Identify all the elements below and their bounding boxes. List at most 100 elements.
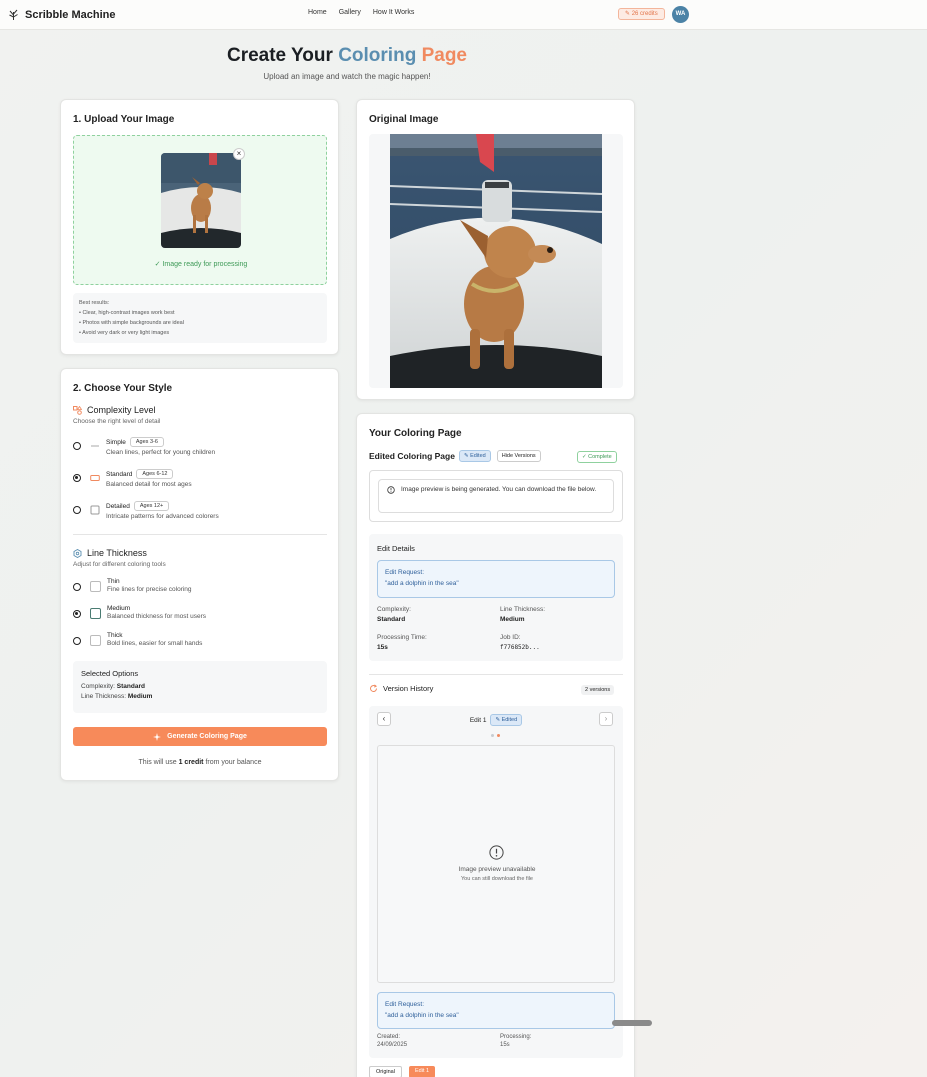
edit-request-label: Edit Request:: [385, 569, 425, 576]
version-request-text: "add a dolphin in the sea": [385, 1012, 459, 1019]
radio-thin[interactable]: [73, 583, 81, 591]
version-dots: [491, 734, 500, 737]
result-subtitle: Edited Coloring Page: [369, 451, 455, 461]
coloring-page-card: Your Coloring Page Edited Coloring Page …: [356, 413, 635, 1077]
hide-versions-button[interactable]: Hide Versions: [496, 450, 541, 462]
created-value: 24/09/2025: [377, 1042, 408, 1048]
edited-badge: ✎ Edited: [458, 450, 491, 462]
option-label: Simple: [106, 438, 126, 446]
option-desc: Balanced detail for most ages: [106, 481, 192, 488]
complexity-label: Complexity:: [377, 606, 411, 613]
option-desc: Intricate patterns for advanced colorers: [106, 513, 219, 520]
main-nav: Home Gallery How It Works: [308, 9, 414, 16]
note-pre: This will use: [138, 759, 179, 766]
thin-swatch: [90, 581, 101, 592]
job-id-value: f776852b...: [500, 644, 540, 651]
tab-edit-1[interactable]: Edit 1: [409, 1066, 436, 1077]
label: Complexity:: [81, 683, 115, 690]
upload-card: 1. Upload Your Image × ✓ Image ready for…: [60, 99, 339, 355]
complexity-value: Standard: [377, 616, 406, 623]
generate-button[interactable]: Generate Coloring Page: [73, 727, 327, 746]
edit-details: Edit Details Edit Request: "add a dolphi…: [369, 534, 623, 661]
option-desc: Balanced thickness for most users: [107, 613, 206, 620]
remove-image-button[interactable]: ×: [233, 148, 245, 160]
version-history-label: Version History: [383, 684, 434, 693]
processing-label: Processing:: [500, 1034, 532, 1040]
nav-home[interactable]: Home: [308, 9, 327, 16]
line-icon: [91, 445, 99, 447]
medium-swatch: [90, 608, 101, 619]
version-dot[interactable]: [491, 734, 494, 737]
sparkle-icon: [153, 732, 162, 741]
next-version-button[interactable]: ›: [599, 712, 613, 726]
selected-complexity: Complexity: Standard: [81, 683, 319, 690]
version-history-heading: Version History: [369, 684, 433, 693]
page-title: Create Your Coloring Page: [0, 45, 694, 67]
upload-dropzone[interactable]: × ✓ Image ready for processing: [73, 135, 327, 285]
title-part-1: Create Your: [226, 45, 339, 66]
avatar[interactable]: WA: [672, 6, 689, 23]
version-dot-active[interactable]: [497, 734, 500, 737]
complexity-option-simple[interactable]: Simple Ages 3-6 Clean lines, perfect for …: [73, 437, 215, 456]
thickness-option-medium[interactable]: Medium Balanced thickness for most users: [73, 605, 206, 620]
radio-detailed[interactable]: [73, 506, 81, 514]
brand[interactable]: Scribble Machine: [8, 8, 115, 21]
credits-badge[interactable]: ✎ 26 credits: [618, 8, 665, 20]
radio-thick[interactable]: [73, 637, 81, 645]
age-badge: Ages 6-12: [136, 469, 174, 479]
scroll-handle[interactable]: [612, 1020, 652, 1026]
complexity-option-standard[interactable]: Standard Ages 6-12 Balanced detail for mo…: [73, 469, 192, 488]
age-badge: Ages 12+: [133, 501, 170, 511]
divider: [369, 674, 623, 675]
original-photo: [390, 134, 602, 388]
current-version: Edit 1 ✎ Edited: [369, 714, 623, 726]
selected-heading: Selected Options: [81, 669, 139, 678]
note-post: from your balance: [203, 759, 262, 766]
thickness-option-thin[interactable]: Thin Fine lines for precise coloring: [73, 578, 192, 593]
selected-thickness: Line Thickness: Medium: [81, 693, 319, 700]
top-navbar: Scribble Machine Home Gallery How It Wor…: [0, 0, 927, 30]
thickness-option-thick[interactable]: Thick Bold lines, easier for small hands: [73, 632, 202, 647]
square-icon: [90, 505, 100, 515]
thick-swatch: [90, 635, 101, 646]
option-desc: Bold lines, easier for small hands: [107, 640, 203, 647]
complexity-sub: Choose the right level of detail: [73, 418, 161, 425]
radio-standard[interactable]: [73, 474, 81, 482]
radio-medium[interactable]: [73, 610, 81, 618]
selected-options: Selected Options Complexity: Standard Li…: [73, 661, 327, 713]
edit-request-text: "add a dolphin in the sea": [385, 580, 459, 587]
thickness-heading-text: Line Thickness: [87, 548, 147, 558]
result-title: Your Coloring Page: [369, 428, 462, 439]
thickness-sub: Adjust for different coloring tools: [73, 561, 166, 568]
generation-notice: Image preview is being generated. You ca…: [369, 470, 623, 522]
version-label: Edit 1: [469, 716, 487, 724]
title-part-3: Page: [416, 45, 468, 66]
upload-status: ✓ Image ready for processing: [154, 261, 248, 268]
age-badge: Ages 3-6: [129, 437, 164, 447]
version-preview: Image preview unavailable You can still …: [377, 745, 615, 983]
thickness-label: Line Thickness:: [500, 606, 546, 613]
tip-item: • Photos with simple backgrounds are ide…: [79, 320, 184, 326]
original-title: Original Image: [369, 114, 439, 125]
version-viewer: ‹ Edit 1 ✎ Edited › Image preview unavai…: [369, 706, 623, 1058]
processing-time-value: 15s: [377, 644, 388, 651]
note-bold: 1 credit: [178, 759, 204, 766]
complexity-option-detailed[interactable]: Detailed Ages 12+ Intricate patterns for …: [73, 501, 219, 520]
tips-heading: Best results:: [79, 300, 110, 306]
version-request-label: Edit Request:: [385, 1001, 425, 1008]
edit-details-heading: Edit Details: [377, 544, 415, 553]
nav-how-it-works[interactable]: How It Works: [373, 9, 415, 16]
thickness-value: Medium: [500, 616, 525, 623]
tip-item: • Clear, high-contrast images work best: [79, 310, 175, 316]
version-edit-request: Edit Request: "add a dolphin in the sea": [377, 992, 615, 1029]
option-label: Standard: [106, 470, 133, 478]
tab-original[interactable]: Original: [369, 1066, 402, 1077]
upload-title: 1. Upload Your Image: [73, 114, 175, 125]
radio-simple[interactable]: [73, 442, 81, 450]
thickness-heading: Line Thickness: [73, 548, 147, 558]
version-edited-badge: ✎ Edited: [490, 714, 523, 726]
nav-gallery[interactable]: Gallery: [339, 9, 361, 16]
result-subheader: Edited Coloring Page ✎ Edited Hide Versi…: [369, 450, 541, 462]
complexity-heading-text: Complexity Level: [87, 405, 156, 415]
preview-unavailable-sub: You can still download the file: [461, 876, 533, 882]
